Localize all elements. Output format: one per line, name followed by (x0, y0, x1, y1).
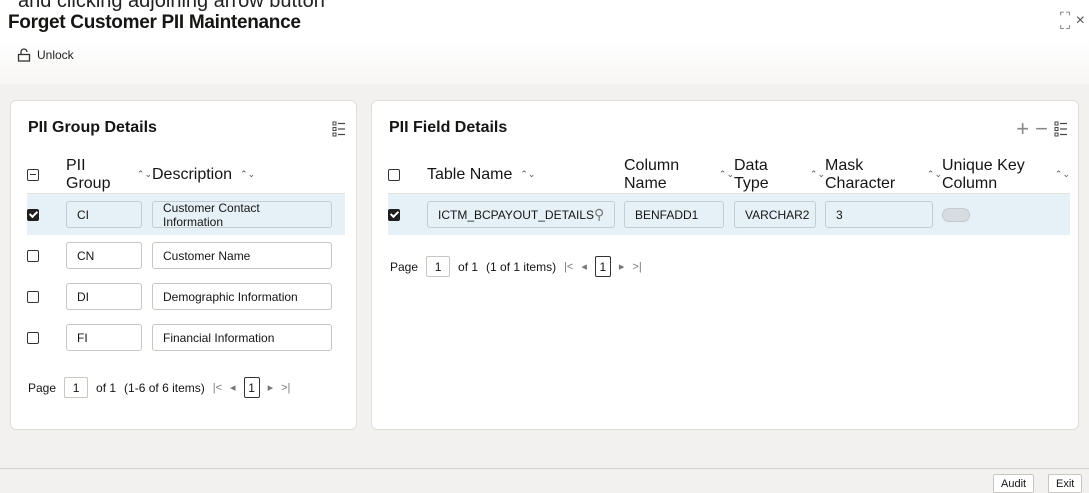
unlock-button[interactable]: Unlock (17, 48, 74, 62)
select-all-checkbox[interactable] (27, 168, 39, 181)
row-checkbox[interactable] (27, 208, 39, 221)
select-all-checkbox[interactable] (388, 168, 400, 181)
col-header-column-name[interactable]: Column Name (624, 157, 711, 193)
header-band (0, 40, 1089, 88)
first-page-icon[interactable]: |< (564, 261, 573, 273)
pager-of: of 1 (458, 259, 479, 274)
unique-key-toggle[interactable] (942, 207, 970, 222)
pii-group-field[interactable]: FI (66, 324, 142, 351)
remove-row-icon[interactable]: − (1035, 118, 1048, 140)
page-input[interactable]: 1 (426, 256, 451, 277)
footer-divider (0, 468, 1089, 469)
pii-field-title: PII Field Details (389, 119, 508, 136)
sort-icon[interactable]: ⌃⌄ (927, 169, 942, 180)
last-page-icon[interactable]: >| (281, 382, 290, 394)
page-input[interactable]: 1 (64, 377, 89, 398)
prev-page-icon[interactable]: ◂ (581, 260, 587, 273)
description-field[interactable]: Demographic Information (152, 283, 332, 310)
column-name-field[interactable]: BENFADD1 (624, 201, 724, 228)
exit-button[interactable]: Exit (1048, 474, 1083, 493)
description-field[interactable]: Customer Name (152, 242, 332, 269)
col-header-unique-key[interactable]: Unique Key Column (942, 157, 1047, 193)
grid-header: PII Group ⌃⌄ Description ⌃⌄ (27, 156, 345, 194)
unlock-label: Unlock (37, 48, 74, 62)
sort-icon[interactable]: ⌃⌄ (810, 169, 825, 180)
data-type-field[interactable]: VARCHAR2 (734, 201, 816, 228)
column-settings-icon[interactable] (1054, 121, 1068, 137)
table-row[interactable]: FI Financial Information (27, 317, 345, 358)
sort-icon[interactable]: ⌃⌄ (520, 169, 535, 180)
pager-label: Page (28, 380, 57, 395)
current-page[interactable]: 1 (594, 256, 611, 277)
sort-icon[interactable]: ⌃⌄ (137, 169, 152, 180)
column-settings-icon[interactable] (332, 121, 346, 137)
table-row[interactable]: DI Demographic Information (27, 276, 345, 317)
pii-field-grid: Table Name ⌃⌄ Column Name ⌃⌄ Data Type ⌃… (388, 156, 1070, 235)
row-checkbox[interactable] (27, 331, 39, 344)
close-icon[interactable]: × (1076, 12, 1085, 30)
audit-button[interactable]: Audit (993, 474, 1035, 493)
pii-group-field[interactable]: CN (66, 242, 142, 269)
pii-group-grid: PII Group ⌃⌄ Description ⌃⌄ CI Customer C… (27, 156, 345, 358)
window-controls: ⌜⌝ ⌞⌟ × (1059, 12, 1085, 31)
col-header-table-name[interactable]: Table Name (427, 166, 512, 184)
table-row[interactable]: CN Customer Name (27, 235, 345, 276)
table-row[interactable]: ICTM_BCPAYOUT_DETAILS ⚲ BENFADD1 VARCHAR2 3 (388, 194, 1070, 235)
pager-of: of 1 (96, 380, 117, 395)
mask-character-field[interactable]: 3 (825, 201, 933, 228)
pii-group-title: PII Group Details (28, 119, 157, 136)
row-checkbox[interactable] (27, 290, 39, 303)
pager-items: (1-6 of 6 items) (124, 380, 205, 395)
last-page-icon[interactable]: >| (632, 261, 641, 273)
col-header-description[interactable]: Description (152, 166, 232, 184)
search-icon[interactable]: ⚲ (594, 206, 604, 223)
add-row-icon[interactable]: + (1016, 118, 1029, 140)
pager-label: Page (390, 259, 419, 274)
cropped-caption: and clicking adjoining arrow button (18, 0, 325, 12)
col-header-data-type[interactable]: Data Type (734, 157, 802, 193)
description-field[interactable]: Customer Contact Information (152, 201, 332, 229)
field-pager: Page 1 of 1 (1 of 1 items) |< ◂ 1 ▸ >| (390, 256, 642, 277)
col-header-mask-character[interactable]: Mask Character (825, 157, 919, 193)
pii-group-field[interactable]: DI (66, 283, 142, 310)
sort-icon[interactable]: ⌃⌄ (240, 169, 255, 180)
table-row[interactable]: CI Customer Contact Information (27, 194, 345, 235)
table-name-value: ICTM_BCPAYOUT_DETAILS (438, 207, 595, 222)
next-page-icon[interactable]: ▸ (268, 381, 274, 394)
expand-icon[interactable]: ⌜⌝ ⌞⌟ (1059, 12, 1071, 31)
sort-icon[interactable]: ⌃⌄ (1055, 169, 1070, 180)
table-name-field[interactable]: ICTM_BCPAYOUT_DETAILS ⚲ (427, 201, 615, 228)
unlock-icon (17, 48, 31, 62)
first-page-icon[interactable]: |< (213, 382, 222, 394)
pii-field-panel: PII Field Details + − Table Name ⌃⌄ Colu… (371, 100, 1079, 430)
row-checkbox[interactable] (27, 249, 39, 262)
group-pager: Page 1 of 1 (1-6 of 6 items) |< ◂ 1 ▸ >| (28, 377, 290, 398)
pii-group-field[interactable]: CI (66, 201, 142, 228)
current-page[interactable]: 1 (243, 377, 260, 398)
grid-header: Table Name ⌃⌄ Column Name ⌃⌄ Data Type ⌃… (388, 156, 1070, 194)
next-page-icon[interactable]: ▸ (619, 260, 625, 273)
row-checkbox[interactable] (388, 208, 400, 221)
description-field[interactable]: Financial Information (152, 324, 332, 351)
page-title: Forget Customer PII Maintenance (8, 12, 301, 33)
pii-group-panel: PII Group Details PII Group ⌃⌄ Descripti… (10, 100, 357, 430)
sort-icon[interactable]: ⌃⌄ (719, 169, 734, 180)
prev-page-icon[interactable]: ◂ (230, 381, 236, 394)
col-header-pii-group[interactable]: PII Group (66, 157, 129, 193)
pager-items: (1 of 1 items) (486, 259, 557, 274)
